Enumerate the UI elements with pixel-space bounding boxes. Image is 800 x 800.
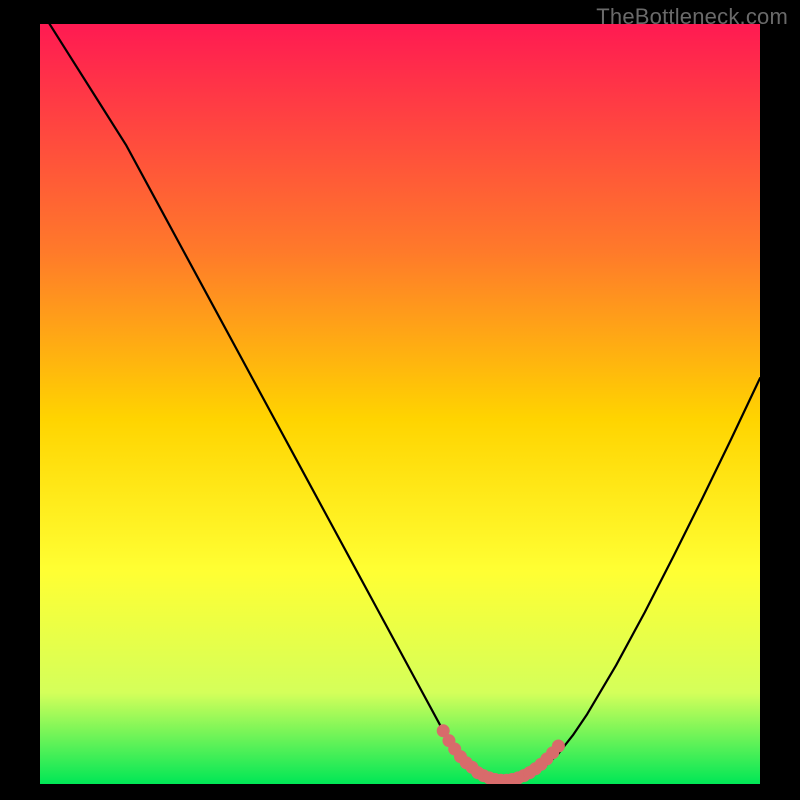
- chart-container: TheBottleneck.com: [0, 0, 800, 800]
- plot-area: [40, 24, 760, 784]
- watermark-text: TheBottleneck.com: [596, 4, 788, 30]
- gradient-background: [40, 24, 760, 784]
- optimal-marker: [552, 740, 565, 753]
- bottleneck-chart: [40, 24, 760, 784]
